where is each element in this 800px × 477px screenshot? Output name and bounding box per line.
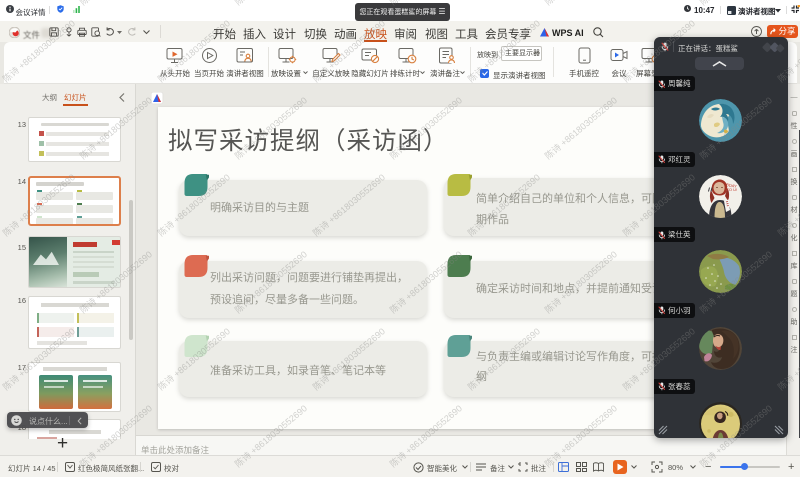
svg-text:TO U!: TO U! — [727, 187, 738, 192]
